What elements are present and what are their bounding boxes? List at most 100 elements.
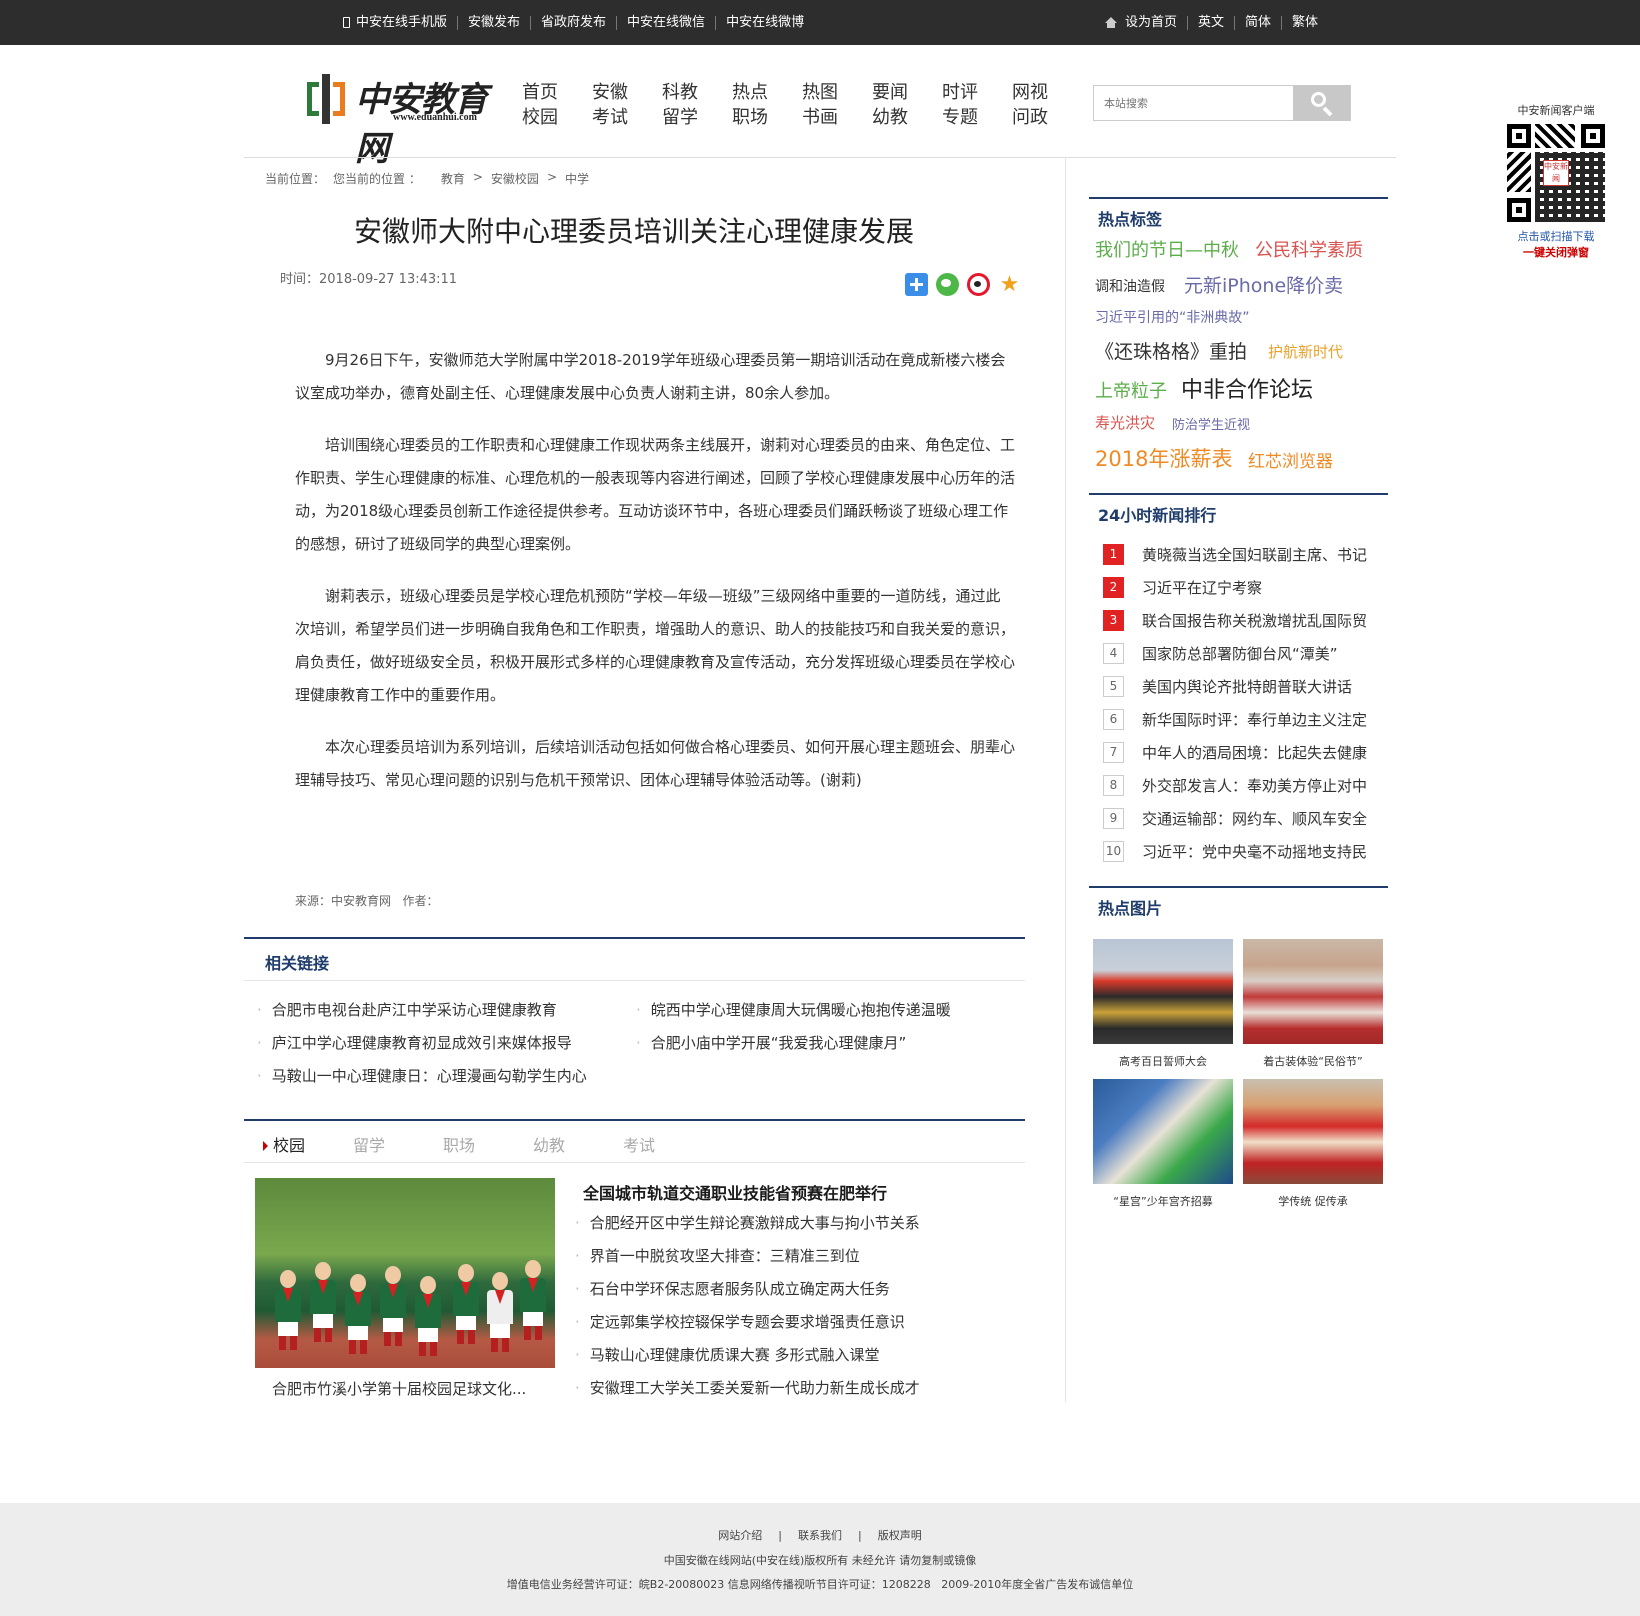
close-popup-link[interactable]: 一键关闭弹窗 [1500, 244, 1612, 260]
footer-link-copyright[interactable]: 版权声明 [870, 1529, 930, 1542]
hot-picture[interactable] [1093, 939, 1233, 1044]
home-icon [1105, 16, 1117, 28]
hot-tag[interactable]: 中非合作论坛 [1181, 372, 1313, 404]
rank-item[interactable]: 6 新华国际时评：奉行单边主义注定 [1103, 709, 1367, 730]
qzone-star-icon[interactable]: ★ [998, 273, 1021, 296]
hot-picture[interactable] [1093, 1079, 1233, 1184]
hot-picture[interactable] [1243, 1079, 1383, 1184]
breadcrumb-item[interactable]: 安徽校园 [491, 170, 539, 187]
qr-code-icon[interactable]: 中安新闻 [1505, 122, 1607, 224]
hot-tag[interactable]: 寿光洪灾 [1095, 412, 1155, 433]
hot-tag[interactable]: 习近平引用的“非洲典故” [1095, 307, 1250, 327]
nav-item[interactable]: 首页 [522, 80, 592, 105]
top-link-wechat[interactable]: 中安在线微信 [616, 15, 715, 30]
nav-item[interactable]: 安徽 [592, 80, 662, 105]
tab-exam[interactable]: 考试 [623, 1132, 713, 1156]
nav-col-2: 安徽 考试 [592, 80, 662, 130]
related-link[interactable]: 马鞍山一中心理健康日：心理漫画勾勒学生内心 [257, 1065, 587, 1086]
breadcrumb-item[interactable]: 教育 [441, 170, 465, 187]
footer-license: 增值电信业务经营许可证：皖B2-20080023 信息网络传播视听节目许可证：1… [506, 1578, 1134, 1591]
related-link[interactable]: 合肥市电视台赴庐江中学采访心理健康教育 [257, 999, 557, 1020]
tab-career[interactable]: 职场 [443, 1132, 533, 1156]
hot-picture-caption[interactable]: 着古装体验“民俗节” [1243, 1053, 1383, 1069]
top-links-right: 设为首页 英文 简体 繁体 [1105, 0, 1328, 45]
tab-study-abroad[interactable]: 留学 [353, 1132, 443, 1156]
hot-tag[interactable]: 上帝粒子 [1095, 377, 1167, 403]
search-input[interactable] [1094, 86, 1294, 120]
pics-top-line [1089, 886, 1388, 888]
weibo-icon[interactable] [967, 273, 990, 296]
nav-item[interactable]: 幼教 [872, 105, 942, 130]
nav-item[interactable]: 热图 [802, 80, 872, 105]
footer-link-about[interactable]: 网站介绍 [710, 1529, 770, 1542]
rank-item[interactable]: 9 交通运输部：网约车、顺风车安全 [1103, 808, 1367, 829]
set-homepage-link[interactable]: 设为首页 [1125, 15, 1187, 30]
rank-item[interactable]: 7 中年人的酒局困境：比起失去健康 [1103, 742, 1367, 763]
hot-picture-caption[interactable]: 学传统 促传承 [1243, 1193, 1383, 1209]
nav-item[interactable]: 校园 [522, 105, 592, 130]
share-more-icon[interactable] [905, 273, 928, 296]
rank-item[interactable]: 10 习近平：党中央毫不动摇地支持民 [1103, 841, 1367, 862]
hot-tag[interactable]: 公民科学素质 [1255, 236, 1363, 262]
tab-campus[interactable]: 校园 [263, 1132, 353, 1156]
campus-image-caption[interactable]: 合肥市竹溪小学第十届校园足球文化... [272, 1378, 526, 1399]
hot-picture[interactable] [1243, 939, 1383, 1044]
campus-news-item[interactable]: 合肥经开区中学生辩论赛激辩成大事与拘小节关系 [575, 1212, 920, 1233]
nav-item[interactable]: 网视 [1012, 80, 1082, 105]
campus-news-item[interactable]: 马鞍山心理健康优质课大赛 多形式融入课堂 [575, 1344, 880, 1365]
hot-tag[interactable]: 我们的节日—中秋 [1095, 236, 1239, 262]
hot-tag[interactable]: 元新iPhone降价卖 [1184, 271, 1343, 298]
campus-headline[interactable]: 全国城市轨道交通职业技能省预赛在肥举行 [583, 1180, 887, 1204]
top-link-anhui-release[interactable]: 安徽发布 [457, 15, 530, 30]
nav-item[interactable]: 留学 [662, 105, 732, 130]
breadcrumb-item[interactable]: 您当前的位置 ： [333, 170, 421, 187]
nav-item[interactable]: 要闻 [872, 80, 942, 105]
tab-preschool[interactable]: 幼教 [533, 1132, 623, 1156]
qr-title: 中安新闻客户端 [1517, 104, 1595, 117]
campus-football-image[interactable] [255, 1178, 555, 1368]
related-link[interactable]: 合肥小庙中学开展“我爱我心理健康月” [636, 1032, 907, 1053]
rank-item[interactable]: 5 美国内舆论齐批特朗普联大讲话 [1103, 676, 1352, 697]
wechat-icon[interactable] [936, 273, 959, 296]
campus-news-item[interactable]: 石台中学环保志愿者服务队成立确定两大任务 [575, 1278, 890, 1299]
hot-tag[interactable]: 2018年涨薪表 [1095, 443, 1232, 473]
search-button[interactable] [1293, 85, 1350, 121]
campus-news-item[interactable]: 安徽理工大学关工委关爱新一代助力新生成长成才 [575, 1377, 920, 1398]
top-link-mobile[interactable]: 中安在线手机版 [356, 15, 457, 30]
hot-tag[interactable]: 《还珠格格》重拍 [1095, 337, 1247, 364]
hot-tag[interactable]: 红芯浏览器 [1248, 447, 1333, 472]
nav-item[interactable]: 书画 [802, 105, 872, 130]
top-link-weibo[interactable]: 中安在线微博 [715, 15, 814, 30]
english-link[interactable]: 英文 [1187, 15, 1234, 30]
nav-item[interactable]: 职场 [732, 105, 802, 130]
rank-item[interactable]: 3 联合国报告称关税激增扰乱国际贸 [1103, 610, 1367, 631]
hot-tag[interactable]: 护航新时代 [1268, 341, 1343, 362]
traditional-link[interactable]: 繁体 [1281, 15, 1328, 30]
nav-item[interactable]: 热点 [732, 80, 802, 105]
site-logo[interactable]: 中安教育网 www.eduanhui.com [307, 72, 507, 169]
nav-item[interactable]: 时评 [942, 80, 1012, 105]
top-link-gov-release[interactable]: 省政府发布 [530, 15, 616, 30]
nav-item[interactable]: 专题 [942, 105, 1012, 130]
related-link[interactable]: 庐江中学心理健康教育初显成效引来媒体报导 [257, 1032, 572, 1053]
hot-tag[interactable]: 调和油造假 [1095, 276, 1165, 296]
hot-picture-caption[interactable]: 高考百日誓师大会 [1093, 1053, 1233, 1069]
hot-picture-caption[interactable]: “星宫”少年宫齐招募 [1093, 1193, 1233, 1209]
footer-links: 网站介绍 | 联系我们 | 版权声明 [0, 1527, 1640, 1543]
qr-download-link[interactable]: 点击或扫描下载 [1500, 228, 1612, 244]
rank-item[interactable]: 4 国家防总部署防御台风“潭美” [1103, 643, 1338, 664]
breadcrumb-item[interactable]: 中学 [565, 170, 589, 187]
nav-item[interactable]: 科教 [662, 80, 732, 105]
simplified-link[interactable]: 简体 [1234, 15, 1281, 30]
campus-news-item[interactable]: 定远郭集学校控辍保学专题会要求增强责任意识 [575, 1311, 905, 1332]
rank-item[interactable]: 8 外交部发言人：奉劝美方停止对中 [1103, 775, 1367, 796]
nav-item[interactable]: 考试 [592, 105, 662, 130]
campus-news-item[interactable]: 界首一中脱贫攻坚大排查：三精准三到位 [575, 1245, 860, 1266]
breadcrumb-sep: > [472, 170, 483, 184]
rank-item[interactable]: 1 黄晓薇当选全国妇联副主席、书记 [1103, 544, 1367, 565]
hot-tag[interactable]: 防治学生近视 [1172, 414, 1250, 433]
footer-link-contact[interactable]: 联系我们 [790, 1529, 850, 1542]
related-link[interactable]: 皖西中学心理健康周大玩偶暖心抱抱传递温暖 [636, 999, 951, 1020]
rank-item[interactable]: 2 习近平在辽宁考察 [1103, 577, 1262, 598]
nav-item[interactable]: 问政 [1012, 105, 1082, 130]
